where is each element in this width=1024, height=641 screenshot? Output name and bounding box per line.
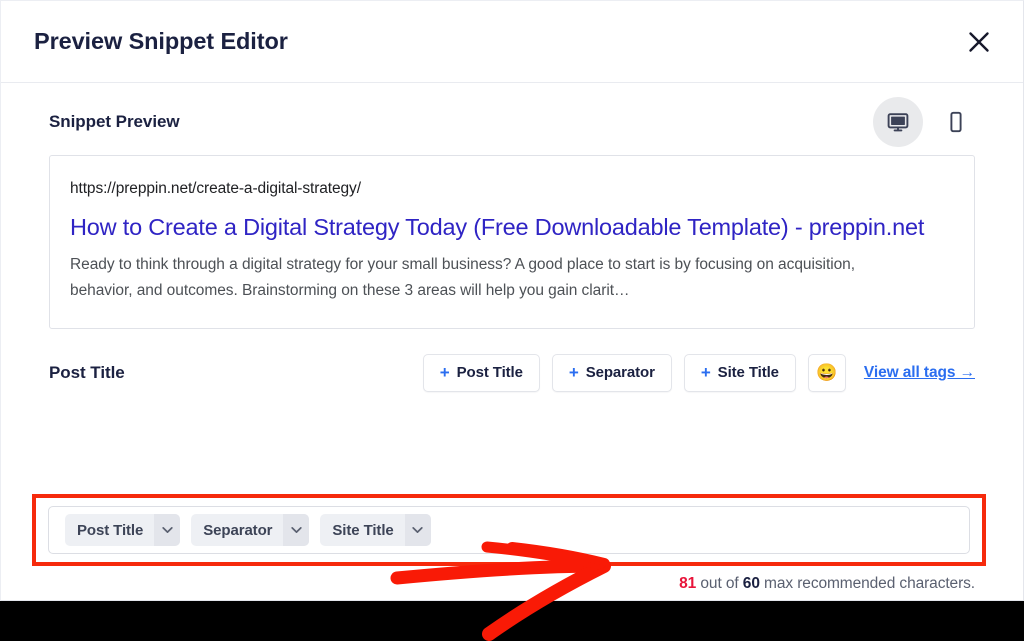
character-count-middle: out of [696,575,743,592]
plus-icon: + [700,363,711,383]
emoji-picker-button[interactable]: 😀 [807,353,846,392]
character-counter: 81 out of 60 max recommended characters. [679,575,975,593]
plus-icon: + [439,363,450,383]
serp-preview-url: https://preppin.net/create-a-digital-str… [70,180,361,197]
modal-body: Snippet Preview https://preppin.net/crea… [1,83,1023,407]
highlight-outline [32,494,986,566]
grinning-face-emoji-icon: 😀 [816,362,838,382]
desktop-preview-button[interactable] [873,97,923,147]
serp-preview-title[interactable]: How to Create a Digital Strategy Today (… [70,208,954,246]
character-count-suffix: max recommended characters. [759,575,975,592]
mobile-phone-icon [944,110,968,134]
close-button[interactable] [962,25,996,59]
character-count-current: 81 [679,575,697,592]
serp-preview-description: Ready to think through a digital strateg… [70,255,855,299]
page-title: Preview Snippet Editor [34,28,288,54]
serp-preview-card: https://preppin.net/create-a-digital-str… [49,155,975,329]
close-icon [968,31,990,53]
tag-action-buttons: + Post Title + Separator + Site Title 😀 [422,353,975,392]
desktop-monitor-icon [886,110,910,134]
screenshot-root: Preview Snippet Editor Snippet Preview h… [0,0,1024,641]
character-count-max: 60 [742,575,760,592]
add-site-title-button[interactable]: + Site Title [683,353,796,392]
modal-header: Preview Snippet Editor [1,1,1023,83]
view-all-tags-link[interactable]: View all tags → [864,364,975,382]
add-post-title-button[interactable]: + Post Title [422,353,540,392]
snippet-preview-heading: Snippet Preview [49,112,180,131]
plus-icon: + [568,363,579,383]
snippet-preview-header: Snippet Preview [49,83,975,155]
post-title-control-row: Post Title + Post Title + Separator + Si… [49,339,975,407]
post-title-field-label: Post Title [49,362,125,382]
add-separator-label: Separator [585,364,655,382]
add-separator-button[interactable]: + Separator [551,353,672,392]
preview-snippet-editor-modal: Preview Snippet Editor Snippet Preview h… [0,0,1024,601]
add-post-title-label: Post Title [456,364,523,382]
device-preview-toggle [873,97,981,147]
add-site-title-label: Site Title [717,364,779,382]
mobile-preview-button[interactable] [931,97,981,147]
